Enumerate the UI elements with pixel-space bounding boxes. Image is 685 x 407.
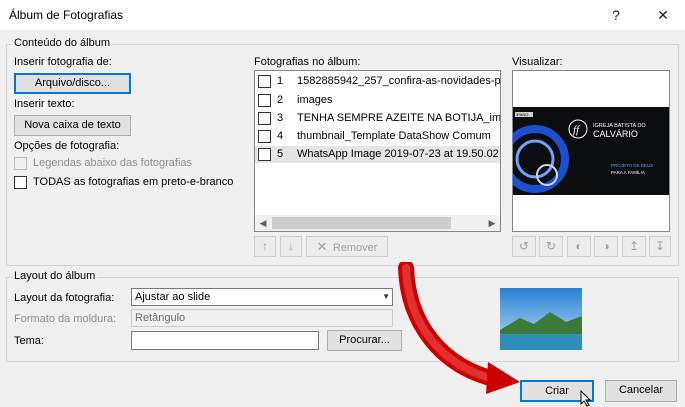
arrow-up-icon: ↑ xyxy=(262,239,268,253)
preview-church-line3: PROJETO DE DEUS xyxy=(611,163,653,168)
brightness-up-button[interactable]: ↥ xyxy=(622,236,646,257)
title-bar: Álbum de Fotografias ? ✕ xyxy=(0,0,685,30)
list-item-number: 4 xyxy=(277,130,284,142)
remove-button[interactable]: ✕ Remover xyxy=(306,236,388,257)
preview-label: Visualizar: xyxy=(512,56,563,68)
contrast-down-button[interactable]: ◑ xyxy=(594,236,618,257)
arrow-down-icon: ↓ xyxy=(288,239,294,253)
list-item-name: TENHA SEMPRE AZEITE NA BOTIJA_img_1 xyxy=(297,112,501,124)
mouse-cursor xyxy=(580,390,592,407)
preview-pane: 3ºANO ff IGREJA BATISTA DO CALVÁRIO PROJ… xyxy=(501,70,670,232)
preview-church-line2: CALVÁRIO xyxy=(593,129,638,139)
move-up-button[interactable]: ↑ xyxy=(254,236,276,257)
photo-layout-value: Ajustar ao slide xyxy=(135,291,211,303)
rotate-right-button[interactable]: ↻ xyxy=(539,236,563,257)
insert-text-label: Inserir texto: xyxy=(14,98,75,110)
scrollbar-thumb[interactable] xyxy=(272,217,451,229)
frame-shape-value: Retângulo xyxy=(135,312,186,324)
list-item-number: 1 xyxy=(277,75,284,87)
horizontal-scrollbar[interactable]: ◀ ▶ xyxy=(255,215,500,231)
album-photo-list[interactable]: 1 1582885942_257_confira-as-novidades-p … xyxy=(254,70,501,232)
remove-label: Remover xyxy=(332,242,378,254)
list-item-checkbox[interactable] xyxy=(258,148,271,161)
photo-layout-label: Layout da fotografia: xyxy=(14,292,115,304)
list-item-checkbox[interactable] xyxy=(258,130,271,143)
captions-label: Legendas abaixo das fotografias xyxy=(33,157,193,169)
move-down-button[interactable]: ↓ xyxy=(280,236,302,257)
rotate-left-icon: ↺ xyxy=(518,239,530,253)
list-item-number: 2 xyxy=(277,94,284,106)
list-item-name: 1582885942_257_confira-as-novidades-p xyxy=(297,75,501,87)
brightness-up-icon: ↥ xyxy=(628,239,640,253)
insert-photo-label: Inserir fotografia de: xyxy=(14,56,112,68)
remove-x-icon: ✕ xyxy=(316,239,328,254)
black-white-label[interactable]: TODAS as fotografias em preto-e-branco xyxy=(33,176,233,188)
new-text-box-button[interactable]: Nova caixa de texto xyxy=(14,115,131,136)
layout-group-label: Layout do álbum xyxy=(12,270,98,282)
content-group-label: Conteúdo do álbum xyxy=(12,37,113,49)
list-item-name: thumbnail_Template DataShow Comum xyxy=(297,130,491,142)
list-item-number: 5 xyxy=(277,148,284,160)
file-disk-button[interactable]: Arquivo/disco... xyxy=(14,73,131,94)
help-button[interactable]: ? xyxy=(603,4,629,26)
contrast-down-icon: ◑ xyxy=(602,239,610,253)
contrast-up-icon: ◐ xyxy=(575,239,583,253)
scroll-left-icon[interactable]: ◀ xyxy=(255,215,271,231)
frame-shape-label: Formato da moldura: xyxy=(14,313,117,325)
photo-options-label: Opções de fotografia: xyxy=(14,140,120,152)
list-item-selected[interactable]: 5 WhatsApp Image 2019-07-23 at 19.50.02 xyxy=(255,146,500,163)
list-item-number: 3 xyxy=(277,112,284,124)
theme-input[interactable] xyxy=(131,331,319,350)
list-item[interactable]: 2 images xyxy=(255,92,500,109)
list-item-checkbox[interactable] xyxy=(258,94,271,107)
rotate-left-button[interactable]: ↺ xyxy=(512,236,536,257)
list-item-name: images xyxy=(297,94,333,106)
album-list-label: Fotografias no álbum: xyxy=(254,56,361,68)
frame-shape-select: Retângulo xyxy=(131,309,393,327)
list-item-checkbox[interactable] xyxy=(258,75,271,88)
scroll-right-icon[interactable]: ▶ xyxy=(484,215,500,231)
contrast-up-button[interactable]: ◐ xyxy=(567,236,591,257)
cancel-button[interactable]: Cancelar xyxy=(605,380,677,402)
photo-layout-select[interactable]: Ajustar ao slide ▼ xyxy=(131,288,393,306)
list-item[interactable]: 1 1582885942_257_confira-as-novidades-p xyxy=(255,73,501,90)
theme-label: Tema: xyxy=(14,335,44,347)
list-item-name: WhatsApp Image 2019-07-23 at 19.50.02 xyxy=(297,148,499,160)
annotation-arrow xyxy=(398,262,520,394)
list-item[interactable]: 4 thumbnail_Template DataShow Comum xyxy=(255,128,500,145)
preview-badge: 3ºANO xyxy=(516,112,528,117)
preview-church-line4: PARA A FAMÍLIA xyxy=(611,169,645,175)
brightness-down-button[interactable]: ↧ xyxy=(649,236,671,257)
brightness-down-icon: ↧ xyxy=(654,239,666,253)
window-title: Álbum de Fotografias xyxy=(9,8,124,22)
list-item-checkbox[interactable] xyxy=(258,112,271,125)
close-button[interactable]: ✕ xyxy=(650,4,676,26)
captions-checkbox xyxy=(14,157,27,170)
rotate-right-icon: ↻ xyxy=(545,239,557,253)
black-white-checkbox[interactable] xyxy=(14,176,27,189)
preview-image: 3ºANO ff IGREJA BATISTA DO CALVÁRIO PROJ… xyxy=(501,71,669,231)
list-item[interactable]: 3 TENHA SEMPRE AZEITE NA BOTIJA_img_1 xyxy=(255,110,501,127)
